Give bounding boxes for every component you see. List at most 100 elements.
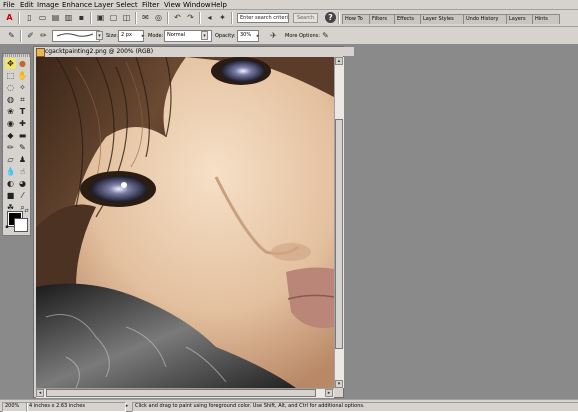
undo-icon[interactable]: ↶: [172, 12, 183, 23]
dodge-icon[interactable]: ◕: [17, 178, 28, 189]
scroll-right-icon[interactable]: ▸: [325, 389, 333, 397]
palette-tab-hints[interactable]: Hints: [532, 14, 560, 24]
document-title: cgacktpainting2.png @ 200% (RGB): [45, 48, 154, 55]
blur-icon[interactable]: 💧: [5, 166, 16, 177]
brush-tool-icon[interactable]: ✎: [6, 30, 17, 41]
chevron-right-icon[interactable]: ▸: [124, 402, 130, 410]
smudge-icon[interactable]: ☝: [17, 166, 28, 177]
separator: [167, 12, 169, 24]
help-icon[interactable]: ?: [325, 12, 336, 23]
marquee-icon[interactable]: ⬚: [5, 70, 16, 81]
separator: [90, 12, 92, 24]
background-color-swatch[interactable]: [14, 218, 28, 232]
scroll-down-icon[interactable]: ▾: [335, 380, 343, 388]
chevron-down-icon[interactable]: ▾: [96, 31, 103, 40]
print-icon[interactable]: ▣: [95, 12, 106, 23]
clone-stamp-icon[interactable]: ♟: [17, 154, 28, 165]
horizontal-scrollbar[interactable]: ◂ ▸: [36, 388, 334, 398]
new-file-icon[interactable]: ▯: [24, 12, 35, 23]
chevron-right-icon[interactable]: ▸: [140, 31, 146, 40]
browse-icon[interactable]: ▤: [50, 12, 61, 23]
vertical-scroll-thumb[interactable]: [335, 119, 343, 349]
separator: [20, 30, 22, 42]
chevron-down-icon[interactable]: ▾: [201, 31, 208, 40]
brush-mode-icon[interactable]: ✐: [25, 30, 36, 41]
save-for-web-icon[interactable]: ◫: [121, 12, 132, 23]
toolbox-grip[interactable]: [3, 54, 30, 57]
document-icon: [36, 48, 45, 57]
palette-tab-layer-styles[interactable]: Layer Styles: [420, 14, 468, 24]
default-colors-icon[interactable]: ▪: [4, 224, 10, 230]
swap-colors-icon[interactable]: ⇄: [23, 208, 30, 215]
attach-email-icon[interactable]: ✉: [140, 12, 151, 23]
brush-icon[interactable]: ✎: [17, 142, 28, 153]
shape-icon[interactable]: ■: [5, 190, 16, 201]
menu-window[interactable]: Window: [183, 1, 211, 9]
selection-brush-icon[interactable]: ◍: [5, 94, 16, 105]
search-button[interactable]: Search: [293, 13, 318, 23]
separator: [199, 12, 201, 24]
print-preview-icon[interactable]: ▢: [108, 12, 119, 23]
document-window: cgacktpainting2.png @ 200% (RGB) ▴ ▾ ◂ ▸: [33, 46, 354, 398]
hand-tool-icon[interactable]: ✋: [17, 70, 28, 81]
sponge-icon[interactable]: ◐: [5, 178, 16, 189]
lasso-icon[interactable]: ◌: [5, 82, 16, 93]
cookie-cutter-icon[interactable]: ❀: [5, 106, 16, 117]
adobe-logo-icon: A: [6, 12, 13, 22]
scroll-left-icon[interactable]: ◂: [36, 389, 44, 397]
step-backward-icon[interactable]: ◂: [204, 12, 215, 23]
mode-label: Mode:: [148, 33, 164, 39]
eyedropper-icon[interactable]: ⁄: [17, 190, 28, 201]
menu-help[interactable]: Help: [211, 1, 227, 9]
import-icon[interactable]: ▥: [63, 12, 74, 23]
status-bar: 200% 4 inches x 2.63 inches ▸ Click and …: [0, 399, 578, 412]
separator: [18, 12, 20, 24]
eraser-icon[interactable]: ▱: [5, 154, 16, 165]
online-services-icon[interactable]: ◎: [153, 12, 164, 23]
image-canvas[interactable]: [36, 57, 334, 388]
horizontal-scroll-thumb[interactable]: [46, 389, 316, 397]
red-eye-icon[interactable]: ◉: [5, 118, 16, 129]
move-tool-icon[interactable]: ✥: [5, 58, 16, 69]
menu-image[interactable]: Image: [37, 1, 59, 9]
separator: [135, 12, 137, 24]
opacity-label: Opacity:: [215, 33, 236, 39]
options-bar: ✎ ✐ ✏ ▾ Size: 2 px ▸ Mode: Normal ▾ Opac…: [0, 27, 578, 45]
menu-view[interactable]: View: [164, 1, 181, 9]
scroll-up-icon[interactable]: ▴: [335, 57, 343, 65]
menu-layer[interactable]: Layer: [94, 1, 114, 9]
magic-wand-icon[interactable]: ✧: [17, 82, 28, 93]
type-tool-icon[interactable]: T: [17, 106, 28, 117]
brush-preset-picker[interactable]: [52, 30, 100, 42]
healing-brush-icon[interactable]: ✚: [17, 118, 28, 129]
toolbox: ✥ ● ⬚ ✋ ◌ ✧ ◍ ⌗ ❀ T ◉ ✚ ◆ ▬ ✏ ✎ ▱ ♟ 💧 ☝ …: [2, 53, 31, 236]
menu-select[interactable]: Select: [116, 1, 138, 9]
more-options-label: More Options:: [285, 33, 320, 39]
pencil-icon[interactable]: ✏: [5, 142, 16, 153]
zoom-tool-icon[interactable]: ●: [17, 58, 28, 69]
menu-bar: File Edit Image Enhance Layer Select Fil…: [0, 0, 578, 10]
redo-icon[interactable]: ↷: [185, 12, 196, 23]
open-file-icon[interactable]: ▭: [37, 12, 48, 23]
save-icon[interactable]: ▪: [76, 12, 87, 23]
menu-enhance[interactable]: Enhance: [62, 1, 92, 9]
airbrush-icon[interactable]: ✈: [268, 30, 279, 41]
brush-options-icon[interactable]: ✎: [320, 30, 331, 41]
separator: [231, 12, 233, 24]
menu-file[interactable]: File: [3, 1, 15, 9]
shortcuts-bar: A ▯ ▭ ▤ ▥ ▪ ▣ ▢ ◫ ✉ ◎ ↶ ↷ ◂ ✦ Enter sear…: [0, 10, 578, 27]
search-input[interactable]: Enter search criteria: [237, 13, 289, 23]
menu-edit[interactable]: Edit: [20, 1, 34, 9]
size-label: Size:: [106, 33, 118, 39]
palette-tab-undo-history[interactable]: Undo History: [463, 14, 511, 24]
impressionist-brush-icon[interactable]: ✏: [38, 30, 49, 41]
brush-stroke-preview-icon: [56, 33, 94, 37]
gradient-icon[interactable]: ▬: [17, 130, 28, 141]
document-title-bar[interactable]: cgacktpainting2.png @ 200% (RGB): [34, 47, 354, 57]
vertical-scrollbar[interactable]: ▴ ▾: [334, 57, 344, 388]
menu-filter[interactable]: Filter: [142, 1, 159, 9]
crop-icon[interactable]: ⌗: [17, 94, 28, 105]
quick-fix-icon[interactable]: ✦: [217, 12, 228, 23]
chevron-right-icon[interactable]: ▸: [255, 31, 261, 40]
paint-bucket-icon[interactable]: ◆: [5, 130, 16, 141]
